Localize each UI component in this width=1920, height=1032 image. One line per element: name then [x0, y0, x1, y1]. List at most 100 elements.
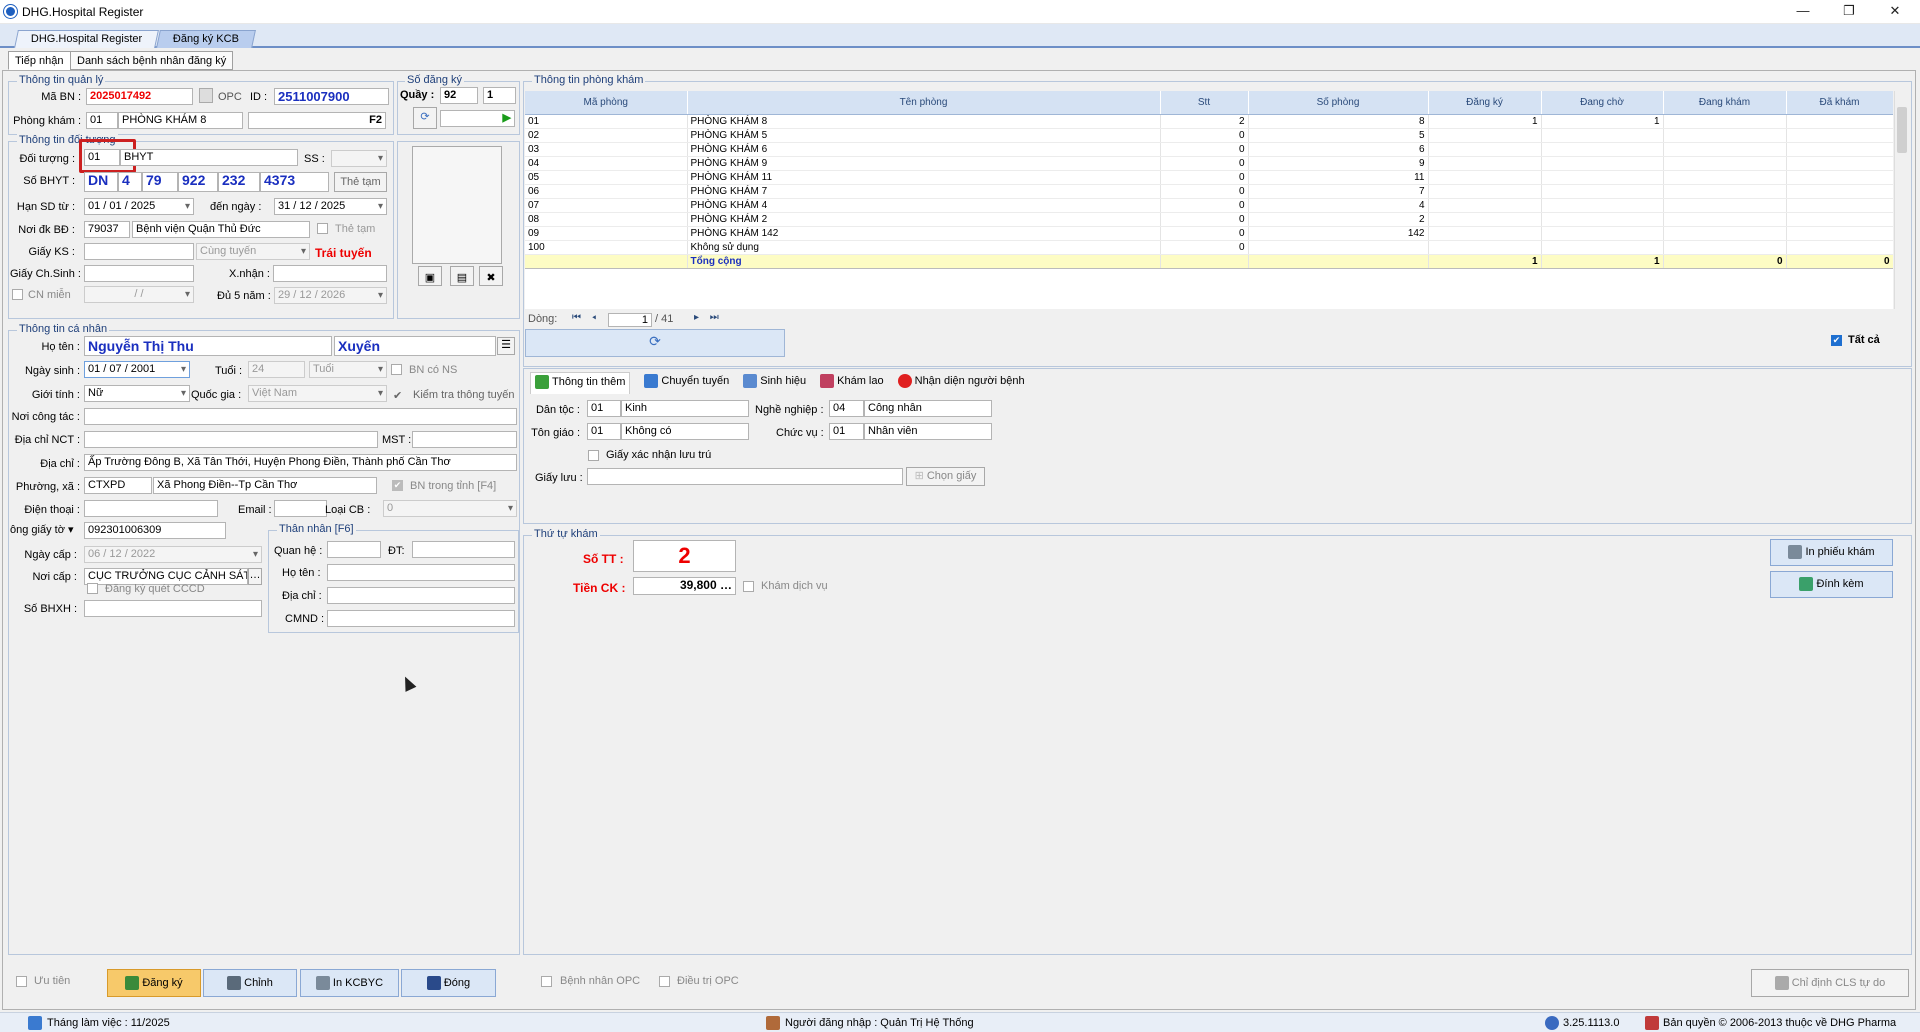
mst-field[interactable] [412, 431, 517, 448]
tab-chuyen-tuyen[interactable]: Chuyển tuyến [644, 372, 729, 394]
cmnd-field[interactable] [327, 610, 515, 627]
phuong-xa-name[interactable]: Xã Phong Điền--Tp Cần Thơ [153, 477, 377, 494]
nghe-nghiep-code[interactable]: 04 [829, 400, 864, 417]
table-row[interactable]: 100 Không sử dụng 0 [525, 240, 1893, 255]
maximize-button[interactable]: ❐ [1826, 0, 1872, 24]
giay-xn-checkbox[interactable] [588, 450, 599, 461]
bn-trong-tinh-checkbox[interactable]: ✔ [392, 480, 403, 491]
dieu-tri-opc-checkbox[interactable] [659, 976, 670, 987]
dt-field[interactable] [412, 541, 515, 558]
ten-field[interactable]: Xuyến [334, 336, 496, 356]
table-row[interactable]: 05 PHÒNG KHÁM 11 0 11 [525, 170, 1893, 185]
table-row[interactable]: 06 PHÒNG KHÁM 707 [525, 184, 1893, 199]
den-ngay-date[interactable]: 31 / 12 / 2025 [274, 198, 387, 215]
tab-dang-ky-kcb[interactable]: Đăng ký KCB [156, 30, 256, 48]
pager-nav-next-last[interactable]: ▸ ⏭ [694, 312, 719, 323]
column-header[interactable]: Tên phòng [687, 91, 1161, 115]
upload-icon[interactable]: ▤ [450, 266, 474, 286]
kiem-tra-button[interactable]: Kiểm tra thông tuyến [413, 389, 515, 401]
ngay-cap-date[interactable]: 06 / 12 / 2022 [84, 546, 262, 563]
bhyt-part[interactable]: 922 [178, 172, 218, 192]
tien-ck-field[interactable]: 39,800 … [633, 577, 736, 595]
minimize-button[interactable]: — [1780, 0, 1826, 24]
quay-spinner[interactable]: 92 [440, 87, 478, 104]
tab-nhan-dien[interactable]: Nhận diện người bệnh [897, 372, 1025, 394]
play-icon[interactable]: ▶ [440, 110, 515, 127]
ngay-sinh-date[interactable]: 01 / 07 / 2001 [84, 361, 190, 378]
phong-kham-name[interactable]: PHÒNG KHÁM 8 [118, 112, 243, 129]
search-icon[interactable] [199, 88, 213, 103]
uu-tien-checkbox[interactable] [16, 976, 27, 987]
num-spinner[interactable]: 1 [483, 87, 516, 104]
dinh-kem-button[interactable]: Đính kèm [1770, 571, 1893, 598]
tuoi-unit-select[interactable]: Tuổi [309, 361, 387, 378]
kham-dv-checkbox[interactable] [743, 581, 754, 592]
phuong-xa-code[interactable]: CTXPD [84, 477, 152, 494]
dang-ky-button[interactable]: Đăng ký [107, 969, 201, 997]
table-row[interactable]: 08 PHÒNG KHÁM 202 [525, 212, 1893, 227]
in-kcbyc-button[interactable]: In KCBYC [300, 969, 399, 997]
column-header[interactable]: Đã khám [1786, 91, 1893, 115]
page-input[interactable]: 1 [608, 313, 652, 327]
ss-select[interactable] [331, 150, 387, 167]
noi-cap-browse-button[interactable]: … [248, 568, 262, 585]
chi-dinh-cls-button[interactable]: Chỉ định CLS tự do [1751, 969, 1909, 997]
ma-bn-field[interactable]: 2025017492 [86, 88, 193, 105]
doi-tuong-name[interactable]: BHYT [120, 149, 298, 166]
table-row[interactable]: 01 PHÒNG KHÁM 82811 [525, 114, 1893, 129]
than-nhan-dia-chi-field[interactable] [327, 587, 515, 604]
ton-giao-name[interactable]: Không có [621, 423, 749, 440]
id-field[interactable]: 2511007900 [274, 88, 389, 105]
quoc-gia-select[interactable]: Việt Nam [248, 385, 387, 402]
giay-to-field[interactable]: 092301006309 [84, 522, 226, 539]
in-phieu-kham-button[interactable]: In phiếu khám [1770, 539, 1893, 566]
bn-co-ns-checkbox[interactable] [391, 364, 402, 375]
cn-mien-checkbox[interactable] [12, 289, 23, 300]
tab-sinh-hieu[interactable]: Sinh hiệu [743, 372, 806, 394]
dk-cccd-checkbox[interactable] [87, 583, 98, 594]
quan-he-field[interactable] [327, 541, 381, 558]
bhyt-part[interactable]: 79 [142, 172, 178, 192]
xnhan-field[interactable] [273, 265, 387, 282]
noi-cong-tac-field[interactable] [84, 408, 517, 425]
chon-giay-button[interactable]: ⊞ Chọn giấy [906, 467, 985, 486]
dan-toc-name[interactable]: Kinh [621, 400, 749, 417]
nghe-nghiep-name[interactable]: Công nhân [864, 400, 992, 417]
tu-ngay-date[interactable]: 01 / 01 / 2025 [84, 198, 194, 215]
dien-thoai-field[interactable] [84, 500, 218, 517]
phong-kham-code[interactable]: 01 [86, 112, 118, 129]
tab-hospital-register[interactable]: DHG.Hospital Register [14, 30, 160, 48]
pager-nav-first-prev[interactable]: ⏮ ◂ [572, 312, 596, 323]
scrollbar-thumb[interactable] [1897, 107, 1907, 153]
so-bhxh-field[interactable] [84, 600, 262, 617]
bhyt-part[interactable]: DN [84, 172, 118, 192]
tab-kham-lao[interactable]: Khám lao [820, 372, 884, 394]
dia-chi-nct-field[interactable] [84, 431, 378, 448]
column-header[interactable]: Đăng ký [1428, 91, 1542, 115]
cn-mien-date[interactable]: / / [84, 286, 194, 303]
the-tam-button[interactable]: Thẻ tạm [334, 172, 387, 192]
noi-dk-code[interactable]: 79037 [84, 221, 130, 238]
dia-chi-field[interactable]: Ấp Trường Đông B, Xã Tân Thới, Huyện Pho… [84, 454, 517, 471]
refresh-grid-button[interactable]: ⟳ [525, 329, 785, 357]
giay-ks-field[interactable] [84, 243, 194, 260]
delete-photo-icon[interactable]: ✖ [479, 266, 503, 286]
tab-thong-tin-them[interactable]: Thông tin thêm [530, 372, 631, 394]
bhyt-part[interactable]: 4373 [260, 172, 329, 192]
than-nhan-ho-ten-field[interactable] [327, 564, 515, 581]
noi-dk-name[interactable]: Bệnh viện Quận Thủ Đức [132, 221, 310, 238]
table-row[interactable]: 07 PHÒNG KHÁM 404 [525, 198, 1893, 213]
tuyen-select[interactable]: Cùng tuyến [196, 243, 310, 260]
tat-ca-checkbox[interactable]: ✔ [1831, 335, 1842, 346]
bn-opc-checkbox[interactable] [541, 976, 552, 987]
table-row[interactable]: 02 PHÒNG KHÁM 505 [525, 128, 1893, 143]
chuc-vu-name[interactable]: Nhân viên [864, 423, 992, 440]
grid-scrollbar[interactable] [1894, 91, 1908, 309]
gioi-tinh-select[interactable]: Nữ [84, 385, 190, 402]
bhyt-part[interactable]: 4 [118, 172, 142, 192]
camera-icon[interactable]: ▣ [418, 266, 442, 286]
dan-toc-code[interactable]: 01 [587, 400, 621, 417]
du5nam-date[interactable]: 29 / 12 / 2026 [274, 287, 387, 304]
column-header[interactable]: Đang chờ [1541, 91, 1664, 115]
giay-chsinh-field[interactable] [84, 265, 194, 282]
